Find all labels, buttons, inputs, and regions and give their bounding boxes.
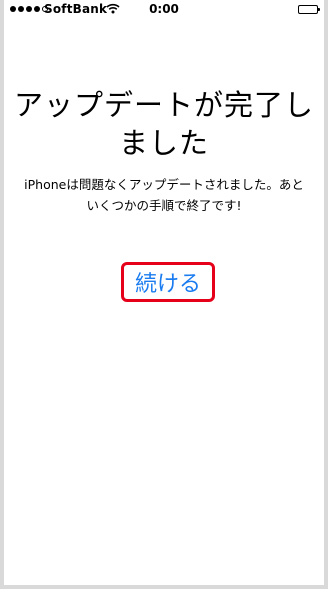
page-title: アップデートが完了しました — [14, 88, 315, 160]
screen: SoftBank 0:00 アップデートが完了しました iPhoneは問題なくア… — [4, 0, 324, 585]
continue-highlight: 続ける — [121, 262, 215, 302]
clock: 0:00 — [149, 2, 179, 16]
battery-icon — [298, 5, 320, 14]
status-bar: SoftBank 0:00 — [4, 0, 324, 20]
update-message: iPhoneは問題なくアップデートされました。あといくつかの手順で終了です! — [24, 177, 304, 213]
device-frame: SoftBank 0:00 アップデートが完了しました iPhoneは問題なくア… — [0, 0, 328, 589]
continue-button[interactable]: 続ける — [135, 266, 201, 298]
